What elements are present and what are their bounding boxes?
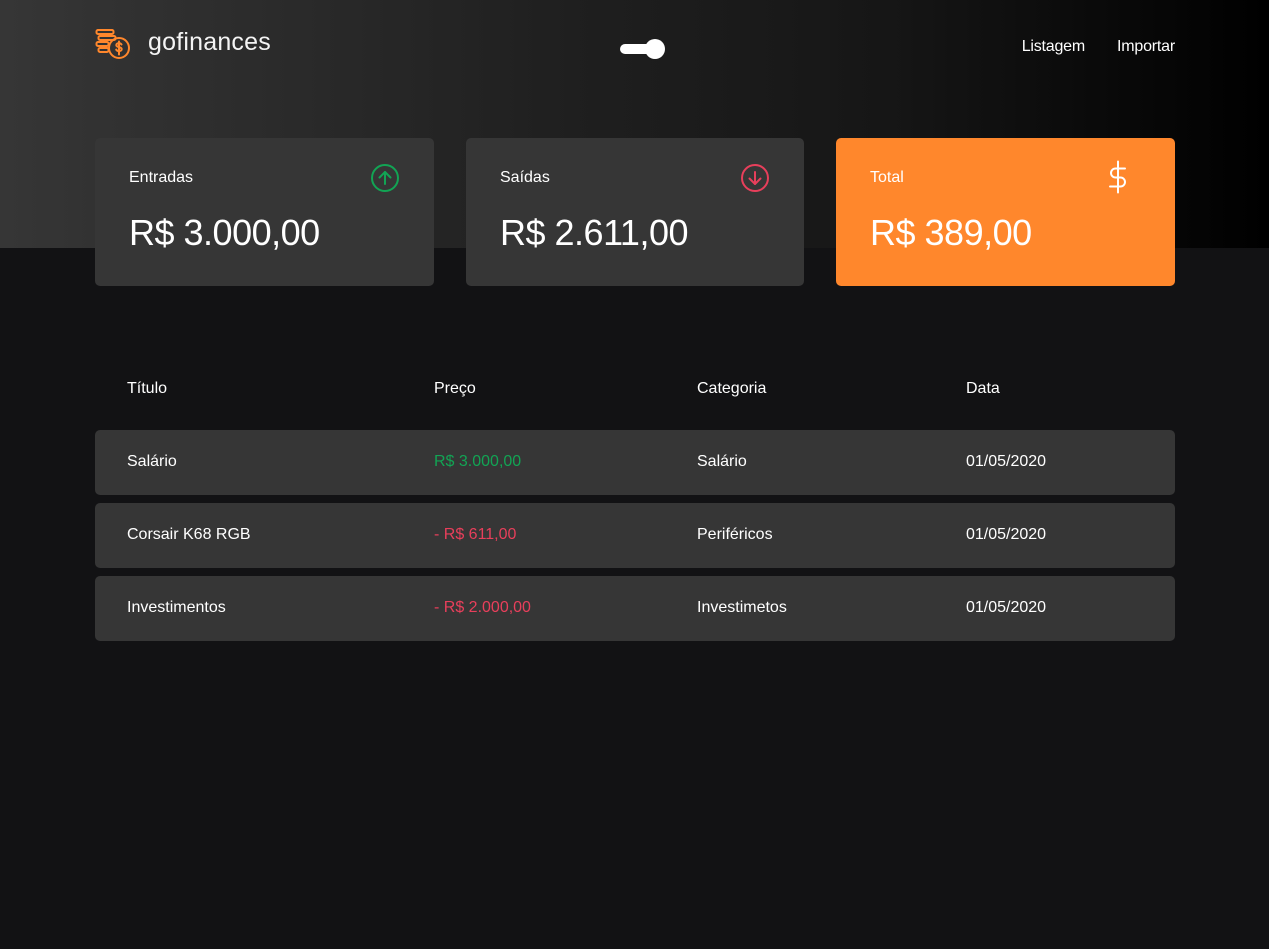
row-date: 01/05/2020 — [966, 526, 1047, 543]
income-card-value: R$ 3.000,00 — [129, 212, 320, 253]
logo[interactable]: gofinances — [95, 28, 271, 60]
arrow-down-circle-icon — [740, 163, 770, 193]
row-price: R$ 3.000,00 — [434, 453, 522, 470]
income-card: Entradas R$ 3.000,00 — [95, 138, 434, 286]
table-row: Salário R$ 3.000,00 Salário 01/05/2020 — [95, 430, 1175, 495]
transactions-table: Título Preço Categoria Data Salário R$ 3… — [95, 360, 1175, 649]
header-categoria: Categoria — [697, 380, 767, 397]
outcome-card-label: Saídas — [500, 169, 550, 186]
app-name: gofinances — [148, 28, 271, 56]
row-date: 01/05/2020 — [966, 599, 1047, 616]
toggle-knob — [645, 39, 665, 59]
row-title: Investimentos — [127, 599, 226, 616]
main-nav: Listagem Importar — [990, 38, 1176, 56]
header-titulo: Título — [127, 380, 168, 397]
arrow-up-circle-icon — [370, 163, 400, 193]
total-card: Total R$ 389,00 — [836, 138, 1175, 286]
row-category: Salário — [697, 453, 747, 470]
row-category: Investimetos — [697, 599, 787, 616]
table-header: Título Preço Categoria Data — [95, 360, 1175, 430]
theme-toggle[interactable] — [620, 39, 665, 59]
row-title: Corsair K68 RGB — [127, 526, 251, 543]
nav-importar-link[interactable]: Importar — [1117, 38, 1175, 56]
row-price: - R$ 2.000,00 — [434, 599, 531, 616]
income-card-label: Entradas — [129, 169, 194, 186]
row-date: 01/05/2020 — [966, 453, 1047, 470]
row-category: Periféricos — [697, 526, 773, 543]
outcome-card-value: R$ 2.611,00 — [500, 212, 688, 253]
dollar-sign-icon — [1107, 160, 1137, 194]
app-header: gofinances Listagem Importar — [95, 0, 1175, 100]
outcome-card: Saídas R$ 2.611,00 — [466, 138, 804, 286]
summary-cards: Entradas R$ 3.000,00 Saídas R$ 2.611,00 … — [95, 138, 1175, 286]
total-card-value: R$ 389,00 — [870, 212, 1032, 253]
total-card-label: Total — [870, 169, 904, 186]
row-title: Salário — [127, 453, 177, 470]
table-row: Investimentos - R$ 2.000,00 Investimetos… — [95, 576, 1175, 641]
coins-dollar-icon — [95, 28, 131, 60]
header-preco: Preço — [434, 380, 476, 397]
table-row: Corsair K68 RGB - R$ 611,00 Periféricos … — [95, 503, 1175, 568]
nav-listagem-link[interactable]: Listagem — [1022, 38, 1086, 56]
row-price: - R$ 611,00 — [434, 526, 517, 543]
header-data: Data — [966, 380, 1000, 397]
